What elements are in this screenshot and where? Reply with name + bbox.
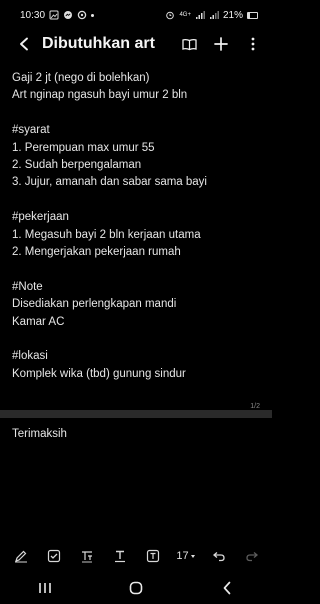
plus-icon	[214, 37, 228, 51]
alarm-icon	[165, 10, 175, 20]
battery-percent: 21%	[222, 9, 243, 21]
status-time: 10:30	[20, 9, 46, 21]
note-line: 2. Sudah berpengalaman	[12, 159, 142, 172]
signal-icon	[195, 10, 205, 20]
note-line: #pekerjaan	[12, 211, 69, 224]
note-line	[12, 105, 262, 122]
status-left: 10:30	[20, 9, 95, 21]
checkbox-button[interactable]	[43, 545, 65, 567]
page-title: Dibutuhkan art	[42, 35, 155, 52]
more-notifications-dot	[91, 13, 95, 17]
note-line: #syarat	[12, 124, 50, 137]
note-line-page-2[interactable]: Terimaksih	[12, 428, 67, 440]
nav-back-button[interactable]	[212, 576, 242, 600]
note-line: Kamar AC	[12, 315, 65, 328]
undo-button[interactable]	[208, 545, 230, 567]
chevron-left-icon	[223, 581, 230, 595]
home-button[interactable]	[121, 576, 151, 600]
more-options-button[interactable]	[242, 33, 264, 55]
note-line: #Note	[12, 280, 43, 293]
gallery-notification-icon	[49, 10, 59, 20]
recent-apps-icon	[39, 583, 52, 593]
reading-mode-button[interactable]	[178, 33, 200, 55]
chevron-down-icon	[190, 554, 195, 558]
pen-icon	[14, 550, 27, 563]
book-icon	[181, 38, 197, 50]
note-line: 3. Jujur, amanah dan sabar sama bayi	[12, 176, 207, 189]
text-underline-icon	[114, 550, 125, 563]
status-bar: 10:30 4G+ 21%	[0, 0, 272, 30]
note-line: 1. Megasuh bayi 2 bln kerjaan utama	[12, 228, 201, 241]
note-line: Art nginap ngasuh bayi umur 2 bln	[12, 89, 188, 102]
note-editor[interactable]: Gaji 2 jt (nego di bolehkan) Art nginap …	[12, 70, 262, 383]
font-size-dropdown[interactable]: 17	[175, 545, 197, 567]
text-box-button[interactable]	[142, 545, 164, 567]
text-box-icon	[146, 549, 159, 563]
note-line: 2. Mengerjakan pekerjaan rumah	[12, 246, 181, 259]
settings-notification-icon	[77, 10, 87, 20]
note-line	[12, 261, 262, 278]
text-style-button[interactable]	[109, 545, 131, 567]
note-line: Komplek wika (tbd) gunung sindur	[12, 367, 186, 380]
more-vert-icon	[251, 37, 255, 51]
formatting-toolbar: 17	[0, 542, 272, 570]
undo-icon	[212, 552, 225, 562]
paragraph-style-button[interactable]	[76, 545, 98, 567]
page-divider	[0, 410, 272, 418]
note-line: Disediakan perlengkapan mandi	[12, 298, 177, 311]
redo-button[interactable]	[241, 545, 263, 567]
network-type-label: 4G+	[179, 12, 191, 18]
home-icon	[129, 581, 143, 595]
note-line: 1. Perempuan max umur 55	[12, 141, 155, 154]
signal-2-icon	[209, 10, 219, 20]
status-right: 4G+ 21%	[165, 10, 258, 21]
messenger-notification-icon	[63, 10, 73, 20]
app-bar: Dibutuhkan art	[0, 30, 272, 58]
recent-apps-button[interactable]	[30, 576, 60, 600]
back-arrow-icon	[20, 37, 28, 51]
back-button[interactable]	[14, 34, 34, 54]
page-indicator: 1/2	[250, 403, 260, 410]
app-actions	[178, 33, 264, 55]
checkbox-icon	[47, 549, 60, 563]
redo-icon	[245, 552, 258, 562]
add-button[interactable]	[210, 33, 232, 55]
text-format-icon	[81, 551, 92, 563]
pen-mode-button[interactable]	[10, 545, 32, 567]
note-line	[12, 192, 262, 209]
font-size-value: 17	[176, 550, 189, 562]
note-line	[12, 331, 262, 348]
system-navigation-bar	[0, 572, 272, 604]
note-line: #lokasi	[12, 350, 48, 363]
note-line: Gaji 2 jt (nego di bolehkan)	[12, 72, 150, 84]
battery-icon	[247, 11, 258, 19]
